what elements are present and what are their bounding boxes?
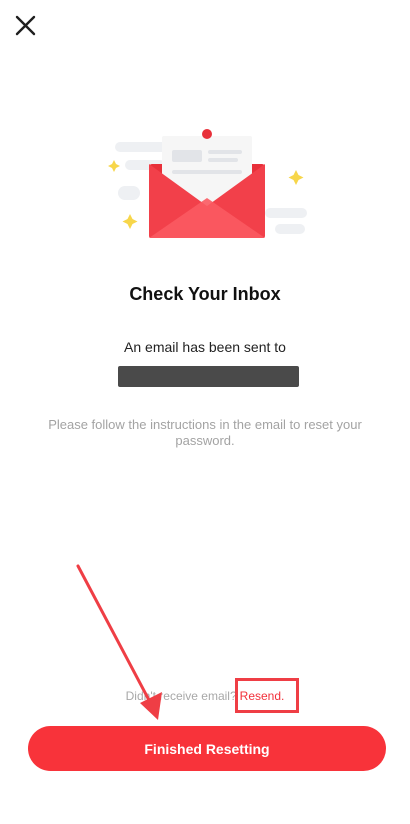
resend-row: Didn't receive email? Resend. xyxy=(0,689,410,703)
page-title: Check Your Inbox xyxy=(129,284,281,304)
email-envelope-illustration xyxy=(100,122,315,247)
redacted-email-address xyxy=(118,366,299,387)
email-sent-label: An email has been sent to xyxy=(124,339,286,355)
instructions-text: Please follow the instructions in the em… xyxy=(48,417,362,448)
close-button[interactable] xyxy=(10,10,40,40)
close-icon xyxy=(15,15,36,36)
finished-resetting-button[interactable]: Finished Resetting xyxy=(28,726,386,771)
resend-link[interactable]: Resend. xyxy=(240,689,285,703)
resend-prompt: Didn't receive email? xyxy=(125,689,237,703)
